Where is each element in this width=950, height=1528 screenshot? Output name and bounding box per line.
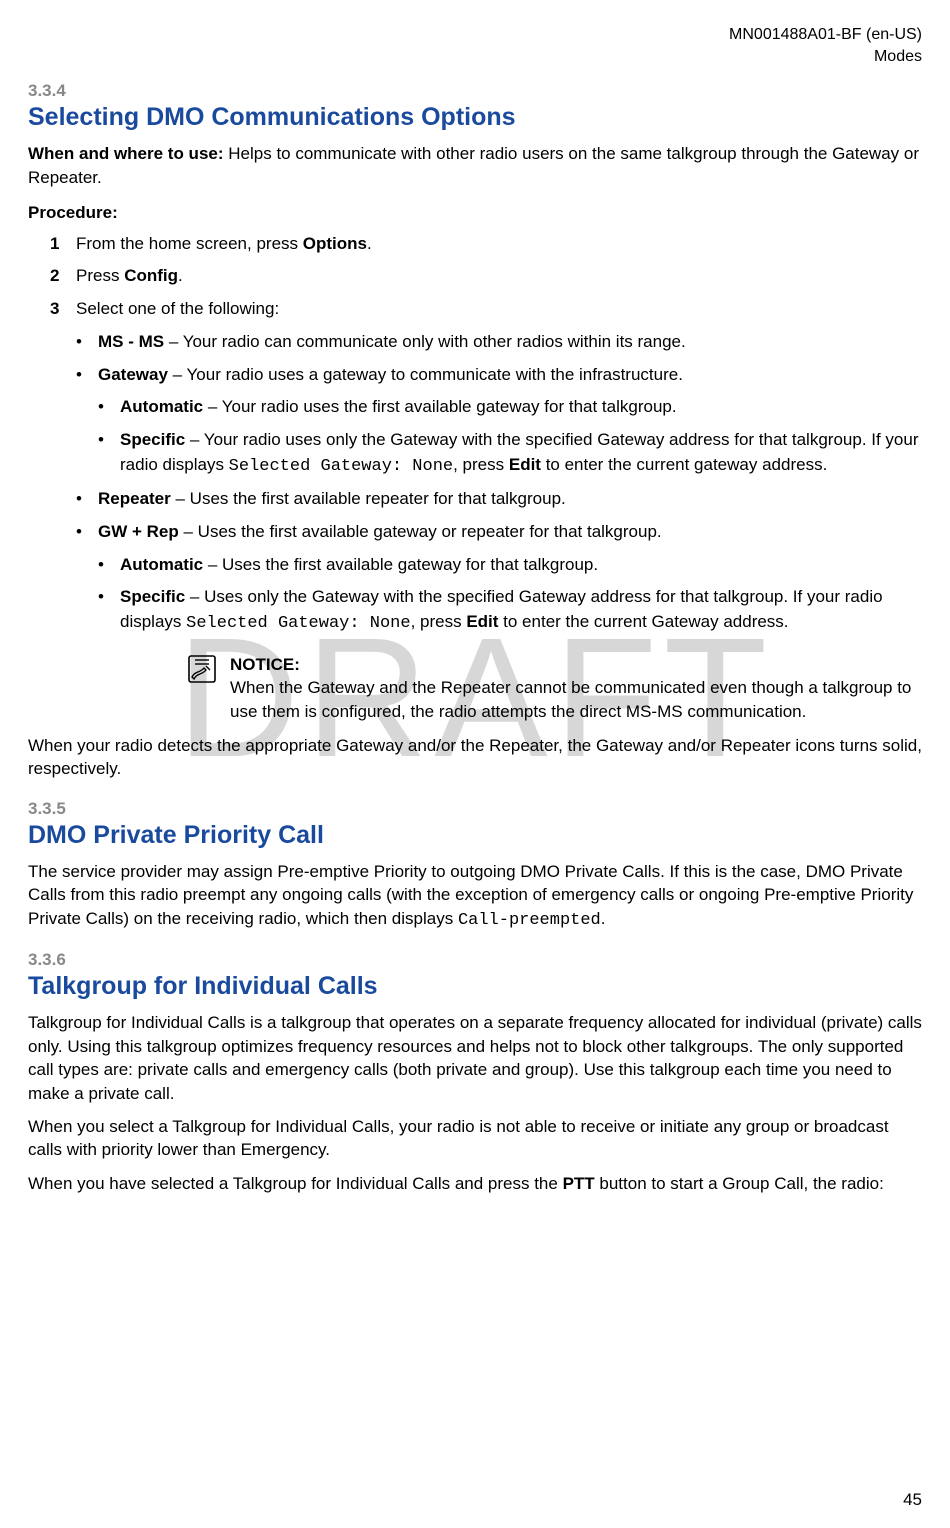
when-where-label: When and where to use: bbox=[28, 144, 224, 163]
notice-text: When the Gateway and the Repeater cannot… bbox=[230, 678, 911, 721]
notice-label: NOTICE: bbox=[230, 653, 922, 677]
options-list: MS - MS – Your radio can communicate onl… bbox=[76, 330, 922, 724]
result-paragraph: When your radio detects the appropriate … bbox=[28, 734, 922, 781]
p-text: button to start a Group Call, the radio: bbox=[595, 1174, 884, 1193]
page-number: 45 bbox=[903, 1490, 922, 1510]
option-repeater: Repeater – Uses the first available repe… bbox=[76, 487, 922, 512]
section-title-336: Talkgroup for Individual Calls bbox=[28, 972, 922, 1001]
option-text: – Uses the first available gateway or re… bbox=[179, 522, 662, 541]
notice-block: NOTICE: When the Gateway and the Repeate… bbox=[98, 653, 922, 724]
option-text: , press bbox=[411, 612, 467, 631]
option-label: Repeater bbox=[98, 489, 171, 508]
page-content: MN001488A01-BF (en-US) Modes 3.3.4 Selec… bbox=[0, 0, 950, 1229]
procedure-list: 1 From the home screen, press Options. 2… bbox=[28, 231, 922, 724]
option-label: Specific bbox=[120, 587, 185, 606]
step-text: Select one of the following: bbox=[76, 299, 279, 318]
step-3: 3 Select one of the following: MS - MS –… bbox=[50, 296, 922, 724]
option-gwrep: GW + Rep – Uses the first available gate… bbox=[76, 520, 922, 724]
chapter-name: Modes bbox=[28, 46, 922, 68]
option-text: to enter the current gateway address. bbox=[541, 455, 827, 474]
option-text: to enter the current Gateway address. bbox=[498, 612, 788, 631]
section-number-335: 3.3.5 bbox=[28, 799, 922, 819]
option-text: – Uses the first available gateway for t… bbox=[203, 555, 598, 574]
option-mono: Selected Gateway: None bbox=[186, 614, 410, 633]
option-label: Automatic bbox=[120, 397, 203, 416]
option-gwrep-specific: Specific – Uses only the Gateway with th… bbox=[98, 585, 922, 636]
notice-body: NOTICE: When the Gateway and the Repeate… bbox=[230, 653, 922, 724]
section-336-p1: Talkgroup for Individual Calls is a talk… bbox=[28, 1011, 922, 1105]
option-gateway-specific: Specific – Your radio uses only the Gate… bbox=[98, 428, 922, 479]
step-text-pre: Press bbox=[76, 266, 124, 285]
section-336-p2: When you select a Talkgroup for Individu… bbox=[28, 1115, 922, 1162]
p-mono: Call-preempted bbox=[458, 911, 601, 930]
step-text-bold: Config bbox=[124, 266, 178, 285]
notice-icon bbox=[186, 653, 218, 724]
option-label: Specific bbox=[120, 430, 185, 449]
step-number: 3 bbox=[50, 296, 59, 322]
option-msms: MS - MS – Your radio can communicate onl… bbox=[76, 330, 922, 355]
option-gateway: Gateway – Your radio uses a gateway to c… bbox=[76, 363, 922, 480]
option-label: Gateway bbox=[98, 365, 168, 384]
option-text: – Uses the first available repeater for … bbox=[171, 489, 566, 508]
step-1: 1 From the home screen, press Options. bbox=[50, 231, 922, 257]
option-text: – Your radio can communicate only with o… bbox=[164, 332, 686, 351]
p-text: . bbox=[601, 909, 606, 928]
section-title-334: Selecting DMO Communications Options bbox=[28, 103, 922, 132]
step-number: 2 bbox=[50, 263, 59, 289]
step-text-post: . bbox=[178, 266, 183, 285]
section-336-p3: When you have selected a Talkgroup for I… bbox=[28, 1172, 922, 1195]
section-title-335: DMO Private Priority Call bbox=[28, 821, 922, 850]
section-number-336: 3.3.6 bbox=[28, 950, 922, 970]
step-2: 2 Press Config. bbox=[50, 263, 922, 289]
gateway-sublist: Automatic – Your radio uses the first av… bbox=[98, 395, 922, 479]
option-text: – Your radio uses the first available ga… bbox=[203, 397, 676, 416]
step-text-bold: Options bbox=[303, 234, 367, 253]
option-label: GW + Rep bbox=[98, 522, 179, 541]
document-id: MN001488A01-BF (en-US) bbox=[28, 24, 922, 46]
gwrep-sublist: Automatic – Uses the first available gat… bbox=[98, 553, 922, 637]
section-335-paragraph: The service provider may assign Pre-empt… bbox=[28, 860, 922, 932]
option-text: – Your radio uses a gateway to communica… bbox=[168, 365, 683, 384]
step-number: 1 bbox=[50, 231, 59, 257]
procedure-label: Procedure: bbox=[28, 203, 922, 223]
step-text-pre: From the home screen, press bbox=[76, 234, 303, 253]
option-text: , press bbox=[453, 455, 509, 474]
option-gwrep-automatic: Automatic – Uses the first available gat… bbox=[98, 553, 922, 578]
option-mono: Selected Gateway: None bbox=[229, 457, 453, 476]
p-text: When you have selected a Talkgroup for I… bbox=[28, 1174, 563, 1193]
p-bold: PTT bbox=[563, 1174, 595, 1193]
option-label: MS - MS bbox=[98, 332, 164, 351]
option-edit: Edit bbox=[466, 612, 498, 631]
when-where-paragraph: When and where to use: Helps to communic… bbox=[28, 142, 922, 189]
section-number-334: 3.3.4 bbox=[28, 81, 922, 101]
option-gateway-automatic: Automatic – Your radio uses the first av… bbox=[98, 395, 922, 420]
step-text-post: . bbox=[367, 234, 372, 253]
option-label: Automatic bbox=[120, 555, 203, 574]
option-edit: Edit bbox=[509, 455, 541, 474]
page-header: MN001488A01-BF (en-US) Modes bbox=[28, 24, 922, 67]
